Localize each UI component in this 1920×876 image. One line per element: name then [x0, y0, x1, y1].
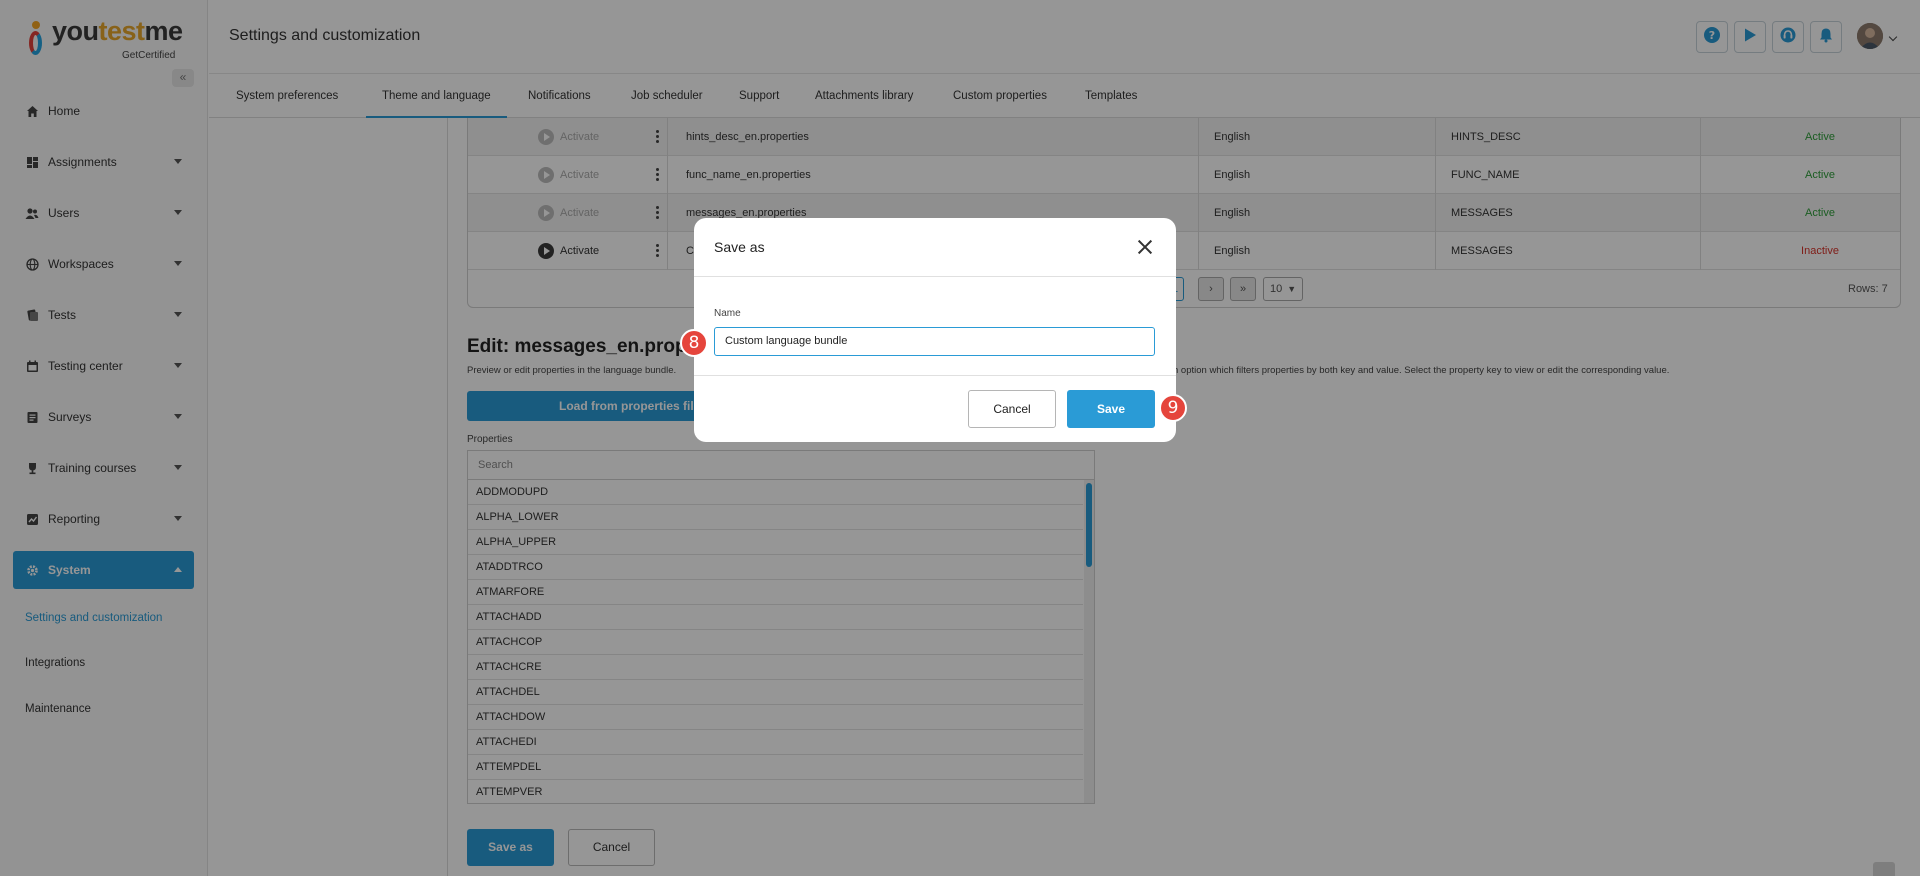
save-as-dialog: Save as Name Custom language bundle Canc…	[694, 218, 1176, 442]
dialog-save-button[interactable]: Save	[1067, 390, 1155, 428]
divider	[694, 375, 1176, 376]
dialog-title: Save as	[714, 239, 765, 255]
close-icon[interactable]	[1136, 238, 1154, 256]
name-label: Name	[714, 308, 741, 319]
step-marker-9: 9	[1159, 394, 1187, 422]
name-input[interactable]: Custom language bundle	[714, 327, 1155, 356]
step-marker-8: 8	[680, 329, 708, 357]
dialog-cancel-button[interactable]: Cancel	[968, 390, 1056, 428]
divider	[694, 276, 1176, 277]
